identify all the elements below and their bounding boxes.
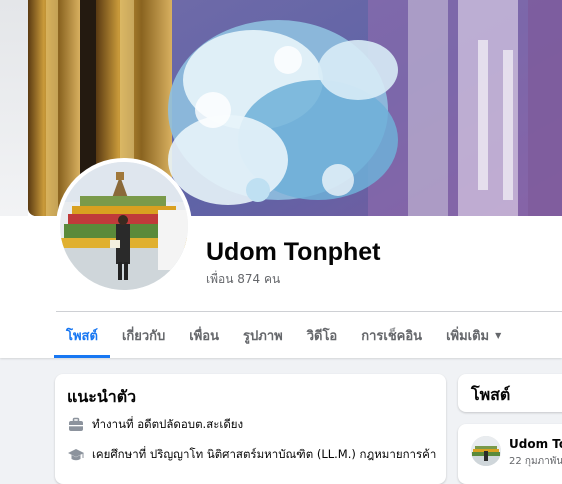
tab-videos[interactable]: วิดีโอ <box>295 312 350 358</box>
intro-work-text: ทำงานที่ อดีตปลัดอบต.สะเดียง <box>92 417 244 431</box>
tab-videos-label: วิดีโอ <box>306 328 338 344</box>
post-author-name[interactable]: Udom Ton <box>509 437 562 451</box>
graduation-cap-icon <box>68 449 84 461</box>
posts-header-card: โพสต์ <box>458 374 562 412</box>
profile-avatar[interactable] <box>56 158 192 294</box>
intro-item-work: ทำงานที่ อดีตปลัดอบต.สะเดียง <box>67 416 243 434</box>
profile-name: Udom Tonphet <box>206 238 381 266</box>
intro-title: แนะนำตัว <box>67 387 137 406</box>
post-author-avatar-image <box>471 436 501 466</box>
posts-title: โพสต์ <box>471 385 511 404</box>
post-card: Udom Ton 22 กุมภาพัน <box>458 424 562 484</box>
tab-more[interactable]: เพิ่มเติม ▼ <box>434 312 513 358</box>
friends-count[interactable]: เพื่อน 874 คน <box>206 270 280 289</box>
tab-about-label: เกี่ยวกับ <box>121 328 166 344</box>
tab-about[interactable]: เกี่ยวกับ <box>110 312 177 358</box>
tab-photos[interactable]: รูปภาพ <box>231 312 295 358</box>
profile-photo-image <box>60 162 188 290</box>
tab-posts[interactable]: โพสต์ <box>54 312 110 358</box>
tab-photos-label: รูปภาพ <box>243 328 283 344</box>
page-background-strip <box>0 0 28 216</box>
post-author-avatar[interactable] <box>471 436 501 466</box>
post-date[interactable]: 22 กุมภาพัน <box>509 454 562 469</box>
tab-friends-label: เพื่อน <box>189 328 220 344</box>
tab-checkins-label: การเช็คอิน <box>361 328 423 344</box>
intro-card: แนะนำตัว ทำงานที่ อดีตปลัดอบต.สะเดียง เค… <box>55 374 446 484</box>
tab-checkins[interactable]: การเช็คอิน <box>349 312 434 358</box>
profile-header: Udom Tonphet เพื่อน 874 คน โพสต์ เกี่ยวก… <box>0 0 562 358</box>
briefcase-icon <box>69 417 83 431</box>
caret-down-icon: ▼ <box>495 330 502 340</box>
intro-education-text: เคยศึกษาที่ ปริญญาโท นิติศาสตร์มหาบัณฑิต… <box>92 447 437 461</box>
tab-more-label: เพิ่มเติม <box>446 328 490 344</box>
intro-item-education: เคยศึกษาที่ ปริญญาโท นิติศาสตร์มหาบัณฑิต… <box>67 446 436 464</box>
tab-friends[interactable]: เพื่อน <box>177 312 231 358</box>
profile-tabs: โพสต์ เกี่ยวกับ เพื่อน รูปภาพ วิดีโอ การ… <box>54 312 513 358</box>
tab-posts-label: โพสต์ <box>66 328 98 344</box>
